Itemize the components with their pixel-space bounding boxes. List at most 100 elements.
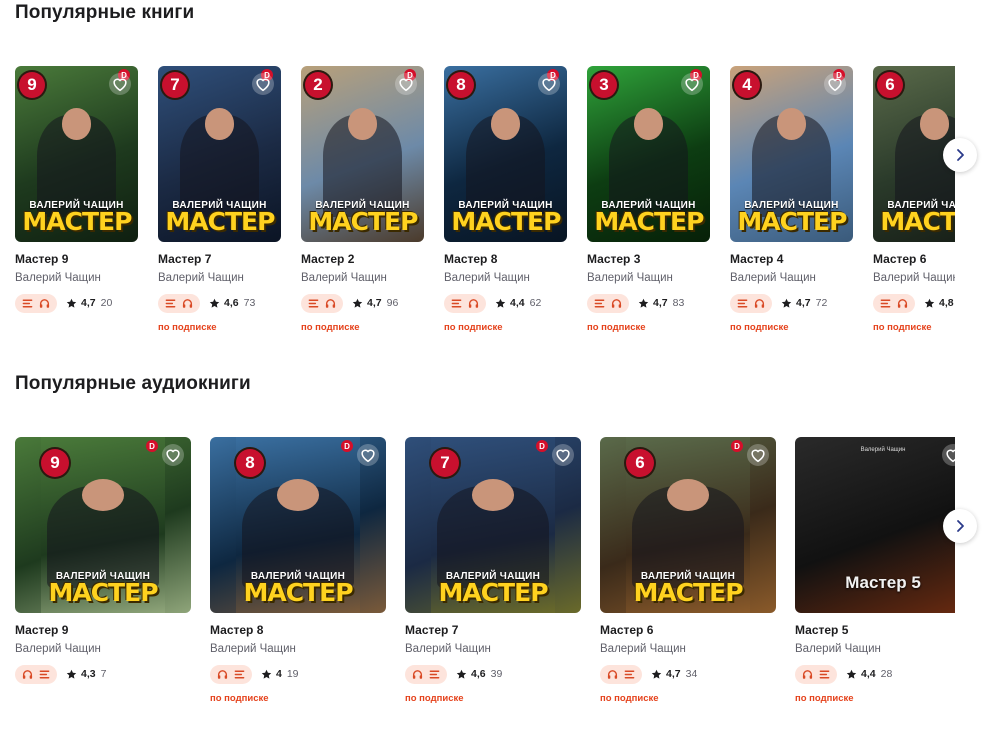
cover-image[interactable]: 7 D ВАЛЕРИЙ ЧАЩИН МАСТЕР [405, 437, 581, 613]
cover-image[interactable]: 2 D ВАЛЕРИЙ ЧАЩИН МАСТЕР [301, 66, 424, 242]
book-card[interactable]: 8 D ВАЛЕРИЙ ЧАЩИН МАСТЕР Мастер 8 Валерий Чащ… [444, 66, 568, 333]
cover-face [347, 108, 378, 140]
rating: 4,4 62 [495, 297, 541, 309]
book-card[interactable]: 9 D ВАЛЕРИЙ ЧАЩИН МАСТЕР Мастер 9 Валерий Чащ… [15, 66, 139, 333]
volume-number-badge: 7 [162, 72, 188, 98]
star-icon [352, 298, 363, 308]
favorite-button[interactable] [942, 444, 955, 466]
book-title[interactable]: Мастер 6 [600, 623, 776, 637]
favorite-button[interactable] [552, 444, 574, 466]
audiobook-card[interactable]: 6 D ВАЛЕРИЙ ЧАЩИН МАСТЕР Мастер 6 Валерий Чащ… [600, 437, 776, 704]
cover-image[interactable]: 3 D ВАЛЕРИЙ ЧАЩИН МАСТЕР [587, 66, 710, 242]
cover-image[interactable]: 4 D ВАЛЕРИЙ ЧАЩИН МАСТЕР [730, 66, 853, 242]
chevron-right-icon [957, 520, 964, 532]
favorite-button[interactable] [162, 444, 184, 466]
audiobook-card[interactable]: 7 D ВАЛЕРИЙ ЧАЩИН МАСТЕР Мастер 7 Валерий Чащ… [405, 437, 581, 704]
cover-image[interactable]: 9 D ВАЛЕРИЙ ЧАЩИН МАСТЕР [15, 66, 138, 242]
book-title[interactable]: Мастер 8 [444, 252, 568, 266]
book-card[interactable]: 2 D ВАЛЕРИЙ ЧАЩИН МАСТЕР Мастер 2 Валерий Чащ… [301, 66, 425, 333]
format-badge [405, 664, 447, 684]
book-title[interactable]: Мастер 3 [587, 252, 711, 266]
book-author[interactable]: Валерий Чащин [210, 643, 386, 655]
book-author[interactable]: Валерий Чащин [795, 643, 955, 655]
favorite-button[interactable] [395, 73, 417, 95]
book-title[interactable]: Мастер 4 [730, 252, 854, 266]
cover-image[interactable]: 9 D ВАЛЕРИЙ ЧАЩИН МАСТЕР [15, 437, 191, 613]
book-author[interactable]: Валерий Чащин [873, 272, 955, 284]
book-meta: 4,7 96 [301, 293, 425, 313]
cover-brand: МАСТЕР [165, 207, 275, 236]
favorite-button[interactable] [824, 73, 846, 95]
book-author[interactable]: Валерий Чащин [15, 643, 191, 655]
book-author[interactable]: Валерий Чащин [730, 272, 854, 284]
cover-image[interactable]: Валерий Чащин Мастер 5 [795, 437, 955, 613]
favorite-button[interactable] [252, 73, 274, 95]
book-title[interactable]: Мастер 8 [210, 623, 386, 637]
book-title[interactable]: Мастер 7 [158, 252, 282, 266]
book-author[interactable]: Валерий Чащин [405, 643, 581, 655]
heart-icon [556, 449, 570, 463]
text-lines-icon [451, 299, 462, 307]
subscription-label [15, 693, 191, 704]
rating-count: 34 [685, 668, 698, 680]
book-title[interactable]: Мастер 5 [795, 623, 955, 637]
book-title[interactable]: Мастер 7 [405, 623, 581, 637]
audiobooks-next-button[interactable] [943, 509, 977, 543]
subscription-label: по подписке [210, 693, 269, 704]
book-title[interactable]: Мастер 9 [15, 623, 191, 637]
books-carousel: 9 D ВАЛЕРИЙ ЧАЩИН МАСТЕР Мастер 9 Валерий Чащ… [15, 66, 955, 333]
subscription-label: по подписке [730, 322, 789, 333]
cover-title: Мастер 5 [845, 573, 921, 592]
cover-author: Валерий Чащин [860, 447, 906, 453]
book-card[interactable]: 4 D ВАЛЕРИЙ ЧАЩИН МАСТЕР Мастер 4 Валерий Чащ… [730, 66, 854, 333]
favorite-button[interactable] [747, 444, 769, 466]
volume-number-badge: 7 [431, 449, 459, 477]
book-card[interactable]: 6DВАЛЕРИЙ ЧАЩИНМАСТЕРМастер 6Валерий Чащ… [873, 66, 955, 333]
favorite-button[interactable] [538, 73, 560, 95]
cover-face [204, 108, 235, 140]
book-card[interactable]: 3 D ВАЛЕРИЙ ЧАЩИН МАСТЕР Мастер 3 Валерий Чащ… [587, 66, 711, 333]
cover-image[interactable]: 8 D ВАЛЕРИЙ ЧАЩИН МАСТЕР [210, 437, 386, 613]
favorite-button[interactable] [681, 73, 703, 95]
books-next-button[interactable] [943, 138, 977, 172]
book-title[interactable]: Мастер 9 [15, 252, 139, 266]
text-lines-icon [429, 670, 440, 678]
book-author[interactable]: Валерий Чащин [600, 643, 776, 655]
favorite-button[interactable] [109, 73, 131, 95]
subscription-label: по подписке [795, 693, 854, 704]
headphones-icon [217, 669, 228, 679]
volume-number-badge: 3 [591, 72, 617, 98]
book-meta: 4,7 20 [15, 293, 139, 313]
rating: 4,6 39 [456, 668, 502, 680]
format-badge [158, 293, 200, 313]
book-meta: 4,4 62 [444, 293, 568, 313]
rating-count: 19 [286, 668, 299, 680]
heart-icon [828, 78, 842, 92]
audiobook-card[interactable]: Валерий Чащин Мастер 5 Мастер 5 Валерий Чащ… [795, 437, 955, 704]
book-author[interactable]: Валерий Чащин [158, 272, 282, 284]
book-author[interactable]: Валерий Чащин [15, 272, 139, 284]
book-title[interactable]: Мастер 2 [301, 252, 425, 266]
audiobook-card[interactable]: 9 D ВАЛЕРИЙ ЧАЩИН МАСТЕР Мастер 9 Валерий Чащ… [15, 437, 191, 704]
book-title[interactable]: Мастер 6 [873, 252, 955, 266]
book-author[interactable]: Валерий Чащин [301, 272, 425, 284]
cover-face [490, 108, 521, 140]
format-badge [730, 293, 772, 313]
cover-face [81, 479, 125, 511]
cover-image[interactable]: 6DВАЛЕРИЙ ЧАЩИНМАСТЕР [600, 437, 776, 613]
book-meta: 4,7 34 [600, 664, 776, 684]
book-meta: 4,4 28 [795, 664, 955, 684]
rating-value: 4,3 [81, 668, 96, 680]
audiobooks-carousel: 9 D ВАЛЕРИЙ ЧАЩИН МАСТЕР Мастер 9 Валерий Чащ… [15, 437, 955, 704]
cover-image[interactable]: 7 D ВАЛЕРИЙ ЧАЩИН МАСТЕР [158, 66, 281, 242]
audiobook-card[interactable]: 8 D ВАЛЕРИЙ ЧАЩИН МАСТЕР Мастер 8 Валерий Чащ… [210, 437, 386, 704]
favorite-button[interactable] [357, 444, 379, 466]
book-card[interactable]: 7 D ВАЛЕРИЙ ЧАЩИН МАСТЕР Мастер 7 Валерий Чащ… [158, 66, 282, 333]
book-author[interactable]: Валерий Чащин [587, 272, 711, 284]
heart-icon [166, 449, 180, 463]
cover-image[interactable]: 8 D ВАЛЕРИЙ ЧАЩИН МАСТЕР [444, 66, 567, 242]
book-author[interactable]: Валерий Чащин [444, 272, 568, 284]
format-badge [795, 664, 837, 684]
cover-brand: МАСТЕР [308, 207, 418, 236]
rating-count: 83 [672, 297, 685, 309]
